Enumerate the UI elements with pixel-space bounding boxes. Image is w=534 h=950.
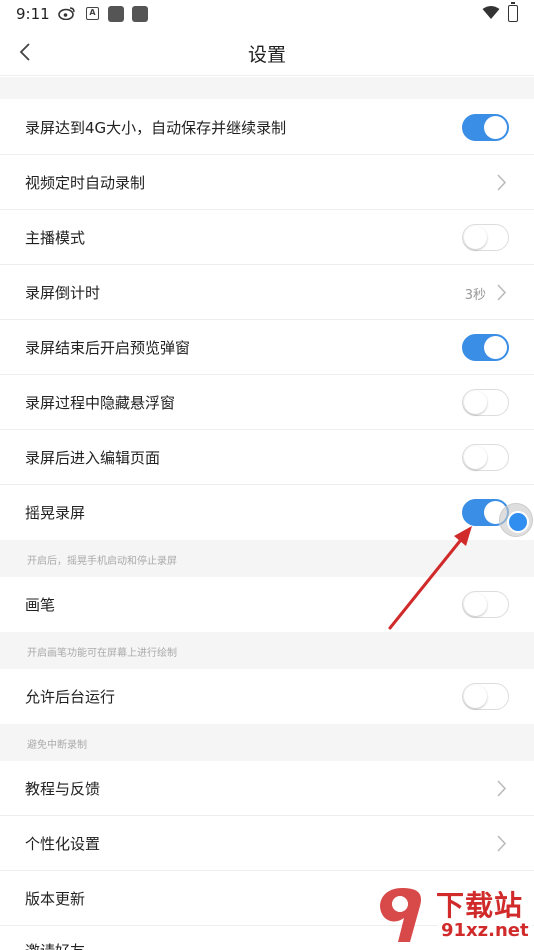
- auto-save-toggle[interactable]: [462, 114, 509, 141]
- setting-row-background-run[interactable]: 允许后台运行: [0, 669, 534, 724]
- setting-label: 录屏后进入编辑页面: [25, 449, 161, 467]
- watermark: 下载站 91xz.net: [372, 884, 534, 950]
- status-bar: 9:11 A: [0, 0, 534, 28]
- hint-text: 避免中断录制: [27, 740, 87, 751]
- title-bar: 设置: [0, 28, 534, 76]
- battery-icon: [508, 2, 518, 22]
- setting-label: 录屏倒计时: [25, 284, 101, 302]
- status-time: 9:11: [16, 5, 50, 23]
- toggle-knob: [484, 336, 507, 359]
- hint-text: 开启后，摇晃手机启动和停止录屏: [27, 556, 177, 567]
- touch-indicator: [499, 503, 533, 537]
- section-gap: [0, 77, 534, 99]
- chevron-right-icon: [497, 284, 507, 301]
- setting-label: 画笔: [25, 596, 56, 614]
- setting-label: 主播模式: [25, 229, 86, 247]
- setting-label: 录屏达到4G大小，自动保存并继续录制: [25, 119, 287, 137]
- watermark-brand: 下载站: [436, 889, 524, 922]
- wifi-icon: [482, 6, 500, 19]
- background-run-hint: 避免中断录制: [0, 724, 534, 761]
- chevron-right-icon: [497, 835, 507, 852]
- setting-row-scheduled-recording[interactable]: 视频定时自动录制: [0, 155, 534, 210]
- watermark-domain: 91xz.net: [438, 920, 532, 941]
- streamer-mode-toggle[interactable]: [462, 224, 509, 251]
- site-logo-icon: [380, 888, 422, 942]
- setting-label: 版本更新: [25, 890, 86, 908]
- page-title: 设置: [247, 44, 286, 66]
- setting-label: 录屏过程中隐藏悬浮窗: [25, 394, 176, 412]
- toggle-knob: [464, 446, 487, 469]
- chevron-right-icon: [497, 780, 507, 797]
- setting-label: 视频定时自动录制: [25, 174, 146, 192]
- setting-row-streamer-mode[interactable]: 主播模式: [0, 210, 534, 265]
- hint-text: 开启画笔功能可在屏幕上进行绘制: [27, 648, 177, 659]
- hide-float-window-toggle[interactable]: [462, 389, 509, 416]
- toggle-knob: [464, 226, 487, 249]
- toggle-knob: [484, 116, 507, 139]
- setting-row-auto-save-4g[interactable]: 录屏达到4G大小，自动保存并继续录制: [0, 100, 534, 155]
- preview-popup-toggle[interactable]: [462, 334, 509, 361]
- countdown-value: 3秒: [464, 288, 486, 303]
- setting-label: 个性化设置: [25, 835, 101, 853]
- edit-after-record-toggle[interactable]: [462, 444, 509, 471]
- brush-hint: 开启画笔功能可在屏幕上进行绘制: [0, 632, 534, 669]
- toggle-knob: [464, 685, 487, 708]
- setting-row-edit-after-record[interactable]: 录屏后进入编辑页面: [0, 430, 534, 485]
- notification-icon: [108, 6, 124, 22]
- notification-icon: [132, 6, 148, 22]
- setting-label: 摇晃录屏: [25, 504, 86, 522]
- chevron-right-icon: [497, 174, 507, 191]
- weibo-icon: [58, 7, 75, 20]
- setting-row-countdown[interactable]: 录屏倒计时 3秒: [0, 265, 534, 320]
- setting-label: 允许后台运行: [25, 688, 116, 706]
- setting-label: 邀请好友: [25, 940, 85, 950]
- background-run-toggle[interactable]: [462, 683, 509, 710]
- setting-row-preview-popup[interactable]: 录屏结束后开启预览弹窗: [0, 320, 534, 375]
- setting-row-personalization[interactable]: 个性化设置: [0, 816, 534, 871]
- annotation-arrow-icon: [388, 526, 472, 630]
- toggle-knob: [464, 391, 487, 414]
- setting-label: 教程与反馈: [25, 780, 101, 798]
- a-notification-icon: A: [86, 7, 99, 20]
- setting-row-hide-float-window[interactable]: 录屏过程中隐藏悬浮窗: [0, 375, 534, 430]
- setting-row-tutorial-feedback[interactable]: 教程与反馈: [0, 761, 534, 816]
- setting-label: 录屏结束后开启预览弹窗: [25, 339, 191, 357]
